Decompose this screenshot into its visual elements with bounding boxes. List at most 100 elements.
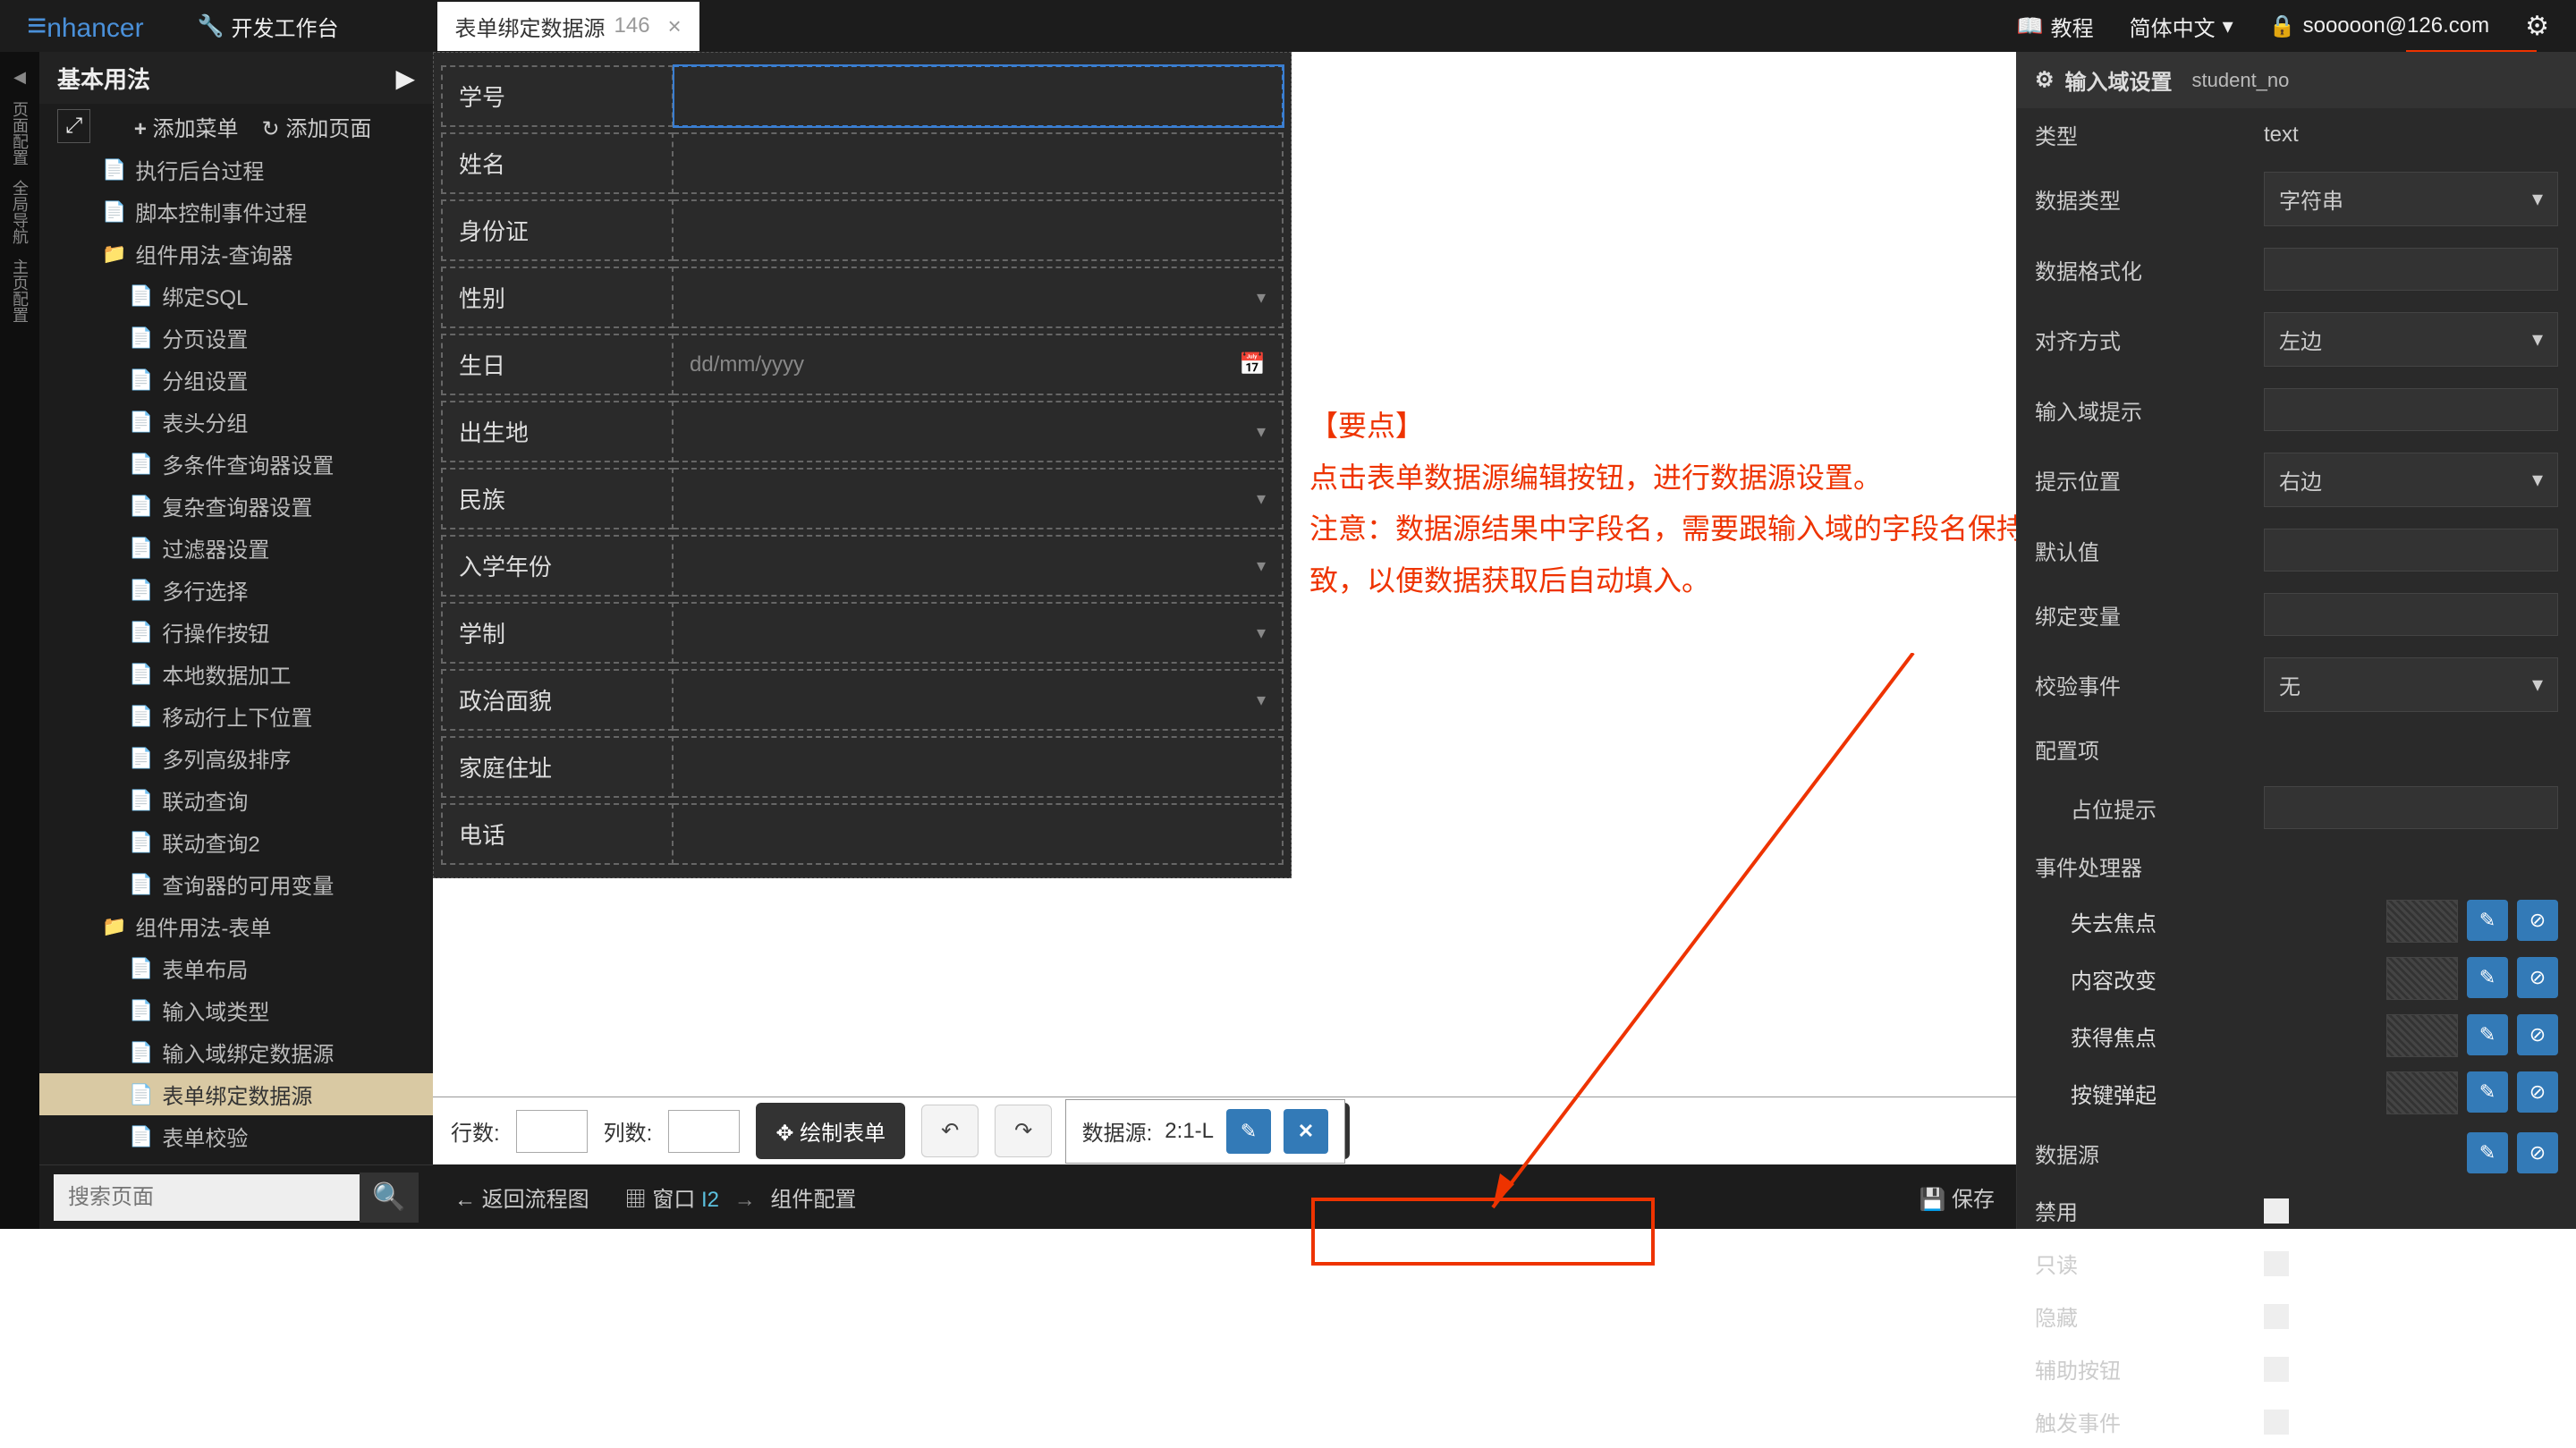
evt-focus-edit-button[interactable]: ✎ xyxy=(2467,1014,2508,1055)
form-field-row: 学制▾ xyxy=(441,602,1284,664)
form-field-row: 性别▾ xyxy=(441,267,1284,328)
data-type-select[interactable]: 字符串▾ xyxy=(2264,172,2558,226)
language-selector[interactable]: 简体中文 ▾ xyxy=(2130,11,2233,42)
add-menu-button[interactable]: + 添加菜单 xyxy=(134,111,239,142)
evt-blur-edit-button[interactable]: ✎ xyxy=(2467,900,2508,941)
form-field-input[interactable] xyxy=(674,132,1284,194)
bindvar-input[interactable] xyxy=(2264,593,2558,636)
tutorial-link[interactable]: 📖 教程 xyxy=(2017,11,2094,42)
datasource-clear-button[interactable]: ✕ xyxy=(1284,1109,1328,1154)
sidebar-item[interactable]: 📄表单布局 xyxy=(39,947,433,989)
sidebar-item[interactable]: 📄联动查询 xyxy=(39,779,433,821)
sidebar-item[interactable]: 📄本地数据加工 xyxy=(39,653,433,695)
sidebar-item[interactable]: 📄表单校验 xyxy=(39,1115,433,1157)
collapse-icon[interactable]: ◀ xyxy=(12,61,28,94)
gear-icon[interactable]: ⚙ xyxy=(2525,11,2549,42)
side-rail-home-config[interactable]: 主页配置 xyxy=(6,251,33,330)
ds-edit-button[interactable]: ✎ xyxy=(2467,1132,2508,1173)
cols-input[interactable] xyxy=(668,1110,740,1153)
sidebar-item[interactable]: 📄表头分组 xyxy=(39,401,433,443)
fullscreen-icon[interactable]: ⤢ xyxy=(57,109,90,143)
align-select[interactable]: 左边▾ xyxy=(2264,312,2558,367)
disabled-checkbox[interactable] xyxy=(2264,1198,2289,1224)
form-field-select[interactable]: ▾ xyxy=(674,267,1284,328)
sidebar-item[interactable]: 📄输入域绑定数据源 xyxy=(39,1031,433,1073)
sidebar-item[interactable]: 📄分页设置 xyxy=(39,317,433,359)
draw-form-button[interactable]: ✥ 绘制表单 xyxy=(756,1103,905,1159)
sidebar-item[interactable]: 📄绑定SQL xyxy=(39,275,433,317)
evt-focus-disable-button[interactable]: ⊘ xyxy=(2517,1014,2558,1055)
data-type-label: 数据类型 xyxy=(2035,183,2250,215)
search-button[interactable]: 🔍 xyxy=(360,1173,419,1223)
validate-select[interactable]: 无▾ xyxy=(2264,657,2558,712)
form-field-row: 电话 xyxy=(441,803,1284,865)
sidebar-item[interactable]: 📄输入域类型 xyxy=(39,989,433,1031)
datasource-edit-button[interactable]: ✎ xyxy=(1226,1109,1271,1154)
sidebar-item[interactable]: 📄查询器的可用变量 xyxy=(39,863,433,905)
placeholder-input[interactable] xyxy=(2264,786,2558,829)
evt-keyup-edit-button[interactable]: ✎ xyxy=(2467,1071,2508,1113)
auxbtn-checkbox[interactable] xyxy=(2264,1357,2289,1382)
form-field-input[interactable] xyxy=(674,736,1284,798)
form-field-input[interactable] xyxy=(674,65,1284,127)
search-input[interactable] xyxy=(54,1174,360,1221)
file-icon: 📄 xyxy=(129,284,153,308)
trigger-checkbox[interactable] xyxy=(2264,1410,2289,1435)
form-field-input[interactable] xyxy=(674,199,1284,261)
evt-change-edit-button[interactable]: ✎ xyxy=(2467,957,2508,998)
sidebar-item[interactable]: 📄脚本控制事件过程 xyxy=(39,191,433,233)
undo-button[interactable]: ↶ xyxy=(921,1105,979,1157)
form-field-select[interactable]: ▾ xyxy=(674,602,1284,664)
form-field-label: 生日 xyxy=(441,334,674,395)
sidebar-item-label: 分页设置 xyxy=(162,322,248,353)
redo-button[interactable]: ↷ xyxy=(995,1105,1052,1157)
back-to-flow-button[interactable]: ← 返回流程图 xyxy=(454,1181,589,1213)
format-input[interactable] xyxy=(2264,248,2558,291)
rows-input[interactable] xyxy=(516,1110,588,1153)
sidebar-folder[interactable]: 📁组件用法-查询器 xyxy=(39,233,433,275)
sidebar-item[interactable]: 📄表单绑定数据源 xyxy=(39,1073,433,1115)
sidebar-item[interactable]: 📄过滤器设置 xyxy=(39,527,433,569)
sidebar-item[interactable]: 📄执行后台过程 xyxy=(39,148,433,191)
form-field-select[interactable]: ▾ xyxy=(674,401,1284,462)
sidebar-item[interactable]: 📄移动行上下位置 xyxy=(39,695,433,737)
sidebar-item[interactable]: 📄复杂查询器设置 xyxy=(39,485,433,527)
form-field-select[interactable]: ▾ xyxy=(674,468,1284,529)
tab-form-bind-datasource[interactable]: 表单绑定数据源 146 × xyxy=(437,2,699,51)
sidebar-item-label: 多条件查询器设置 xyxy=(162,448,334,479)
sidebar-item[interactable]: 📄多列高级排序 xyxy=(39,737,433,779)
play-icon[interactable]: ▶ xyxy=(395,64,415,93)
sidebar-folder[interactable]: 📁组件用法-表单 xyxy=(39,905,433,947)
sidebar-item[interactable]: 📄分组设置 xyxy=(39,359,433,401)
user-menu[interactable]: 🔒 sooooon@126.com xyxy=(2269,13,2489,39)
sidebar-item[interactable]: 📄输入域绑定变量 xyxy=(39,1157,433,1164)
evt-blur-disable-button[interactable]: ⊘ xyxy=(2517,900,2558,941)
right-panel-title: 输入域设置 xyxy=(2065,64,2173,96)
form-field-date[interactable]: dd/mm/yyyy📅 xyxy=(674,334,1284,395)
hidden-checkbox[interactable] xyxy=(2264,1304,2289,1329)
form-field-input[interactable] xyxy=(674,803,1284,865)
sidebar-item[interactable]: 📄多行选择 xyxy=(39,569,433,611)
side-rail-global-nav[interactable]: 全局导航 xyxy=(6,173,33,251)
add-page-button[interactable]: ↻ 添加页面 xyxy=(262,111,372,142)
default-label: 默认值 xyxy=(2035,535,2250,566)
sidebar-item[interactable]: 📄联动查询2 xyxy=(39,821,433,863)
sidebar-item[interactable]: 📄行操作按钮 xyxy=(39,611,433,653)
ds-disable-button[interactable]: ⊘ xyxy=(2517,1132,2558,1173)
align-label: 对齐方式 xyxy=(2035,324,2250,355)
hint-pos-select[interactable]: 右边▾ xyxy=(2264,453,2558,507)
logo[interactable]: ≡nhancer xyxy=(0,7,171,46)
readonly-checkbox[interactable] xyxy=(2264,1251,2289,1276)
hint-pos-label: 提示位置 xyxy=(2035,464,2250,495)
default-input[interactable] xyxy=(2264,529,2558,572)
tab-close-button[interactable]: × xyxy=(668,13,682,40)
workspace-button[interactable]: 🔧 开发工作台 xyxy=(171,11,366,42)
evt-change-disable-button[interactable]: ⊘ xyxy=(2517,957,2558,998)
hidden-label: 隐藏 xyxy=(2035,1300,2250,1332)
sidebar-item[interactable]: 📄多条件查询器设置 xyxy=(39,443,433,485)
form-field-select[interactable]: ▾ xyxy=(674,535,1284,597)
side-rail-page-config[interactable]: 页面配置 xyxy=(6,94,33,173)
evt-keyup-disable-button[interactable]: ⊘ xyxy=(2517,1071,2558,1113)
hint-input[interactable] xyxy=(2264,388,2558,431)
form-field-select[interactable]: ▾ xyxy=(674,669,1284,731)
